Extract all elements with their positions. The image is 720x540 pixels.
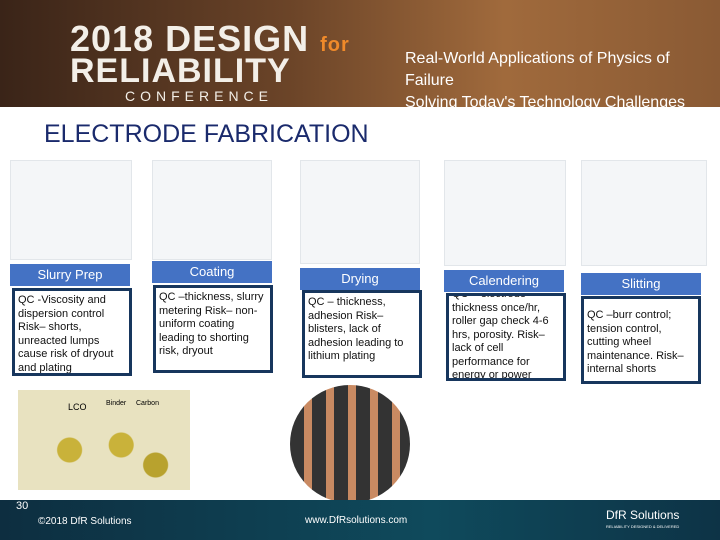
page-number: 30 (16, 500, 29, 512)
step-label-slitting: Slitting (581, 273, 701, 295)
slitting-machine-image (581, 160, 707, 266)
electrode-roll-image (290, 385, 410, 503)
brand-tagline: RELIABILITY DESIGNED & DELIVERED (606, 524, 680, 529)
website-link[interactable]: www.DfRsolutions.com (305, 515, 407, 526)
copyright: ©2018 DfR Solutions (38, 516, 132, 527)
lco-particles-image: LCO Binder Carbon (18, 390, 190, 490)
step-text-slurry-prep: QC -Viscosity and dispersion control Ris… (12, 288, 132, 376)
slide-title: ELECTRODE FABRICATION (44, 120, 369, 148)
calender-rollers-image (444, 160, 566, 266)
step-label-drying: Drying (300, 268, 420, 290)
logo-line3: CONFERENCE (125, 88, 274, 104)
step-text-drying: QC – thickness, adhesion Risk– blisters,… (302, 290, 422, 378)
step-text-calendering: QC – electrode thickness once/hr, roller… (446, 293, 566, 381)
binder-label: Binder (106, 400, 127, 407)
conference-banner: 2018 DESIGN for RELIABILITY CONFERENCE R… (0, 0, 720, 111)
drying-oven-image (300, 160, 420, 264)
step-text-coating: QC –thickness, slurry metering Risk– non… (153, 285, 273, 373)
brand-logo: DfR Solutions (606, 508, 680, 522)
step-label-coating: Coating (152, 261, 272, 283)
carbon-label: Carbon (136, 400, 159, 407)
step-label-calendering: Calendering (444, 270, 564, 292)
logo-line2: RELIABILITY (70, 52, 291, 90)
tagline: Real-World Applications of Physics of Fa… (405, 50, 685, 111)
lco-label: LCO (68, 402, 87, 412)
footer: 30 ©2018 DfR Solutions www.DfRsolutions.… (0, 500, 720, 540)
coating-machine-image (152, 160, 272, 260)
slurry-mixer-image (10, 160, 132, 260)
step-text-slitting: QC –burr control; tension control, cutti… (581, 296, 701, 384)
step-label-slurry-prep: Slurry Prep (10, 264, 130, 286)
